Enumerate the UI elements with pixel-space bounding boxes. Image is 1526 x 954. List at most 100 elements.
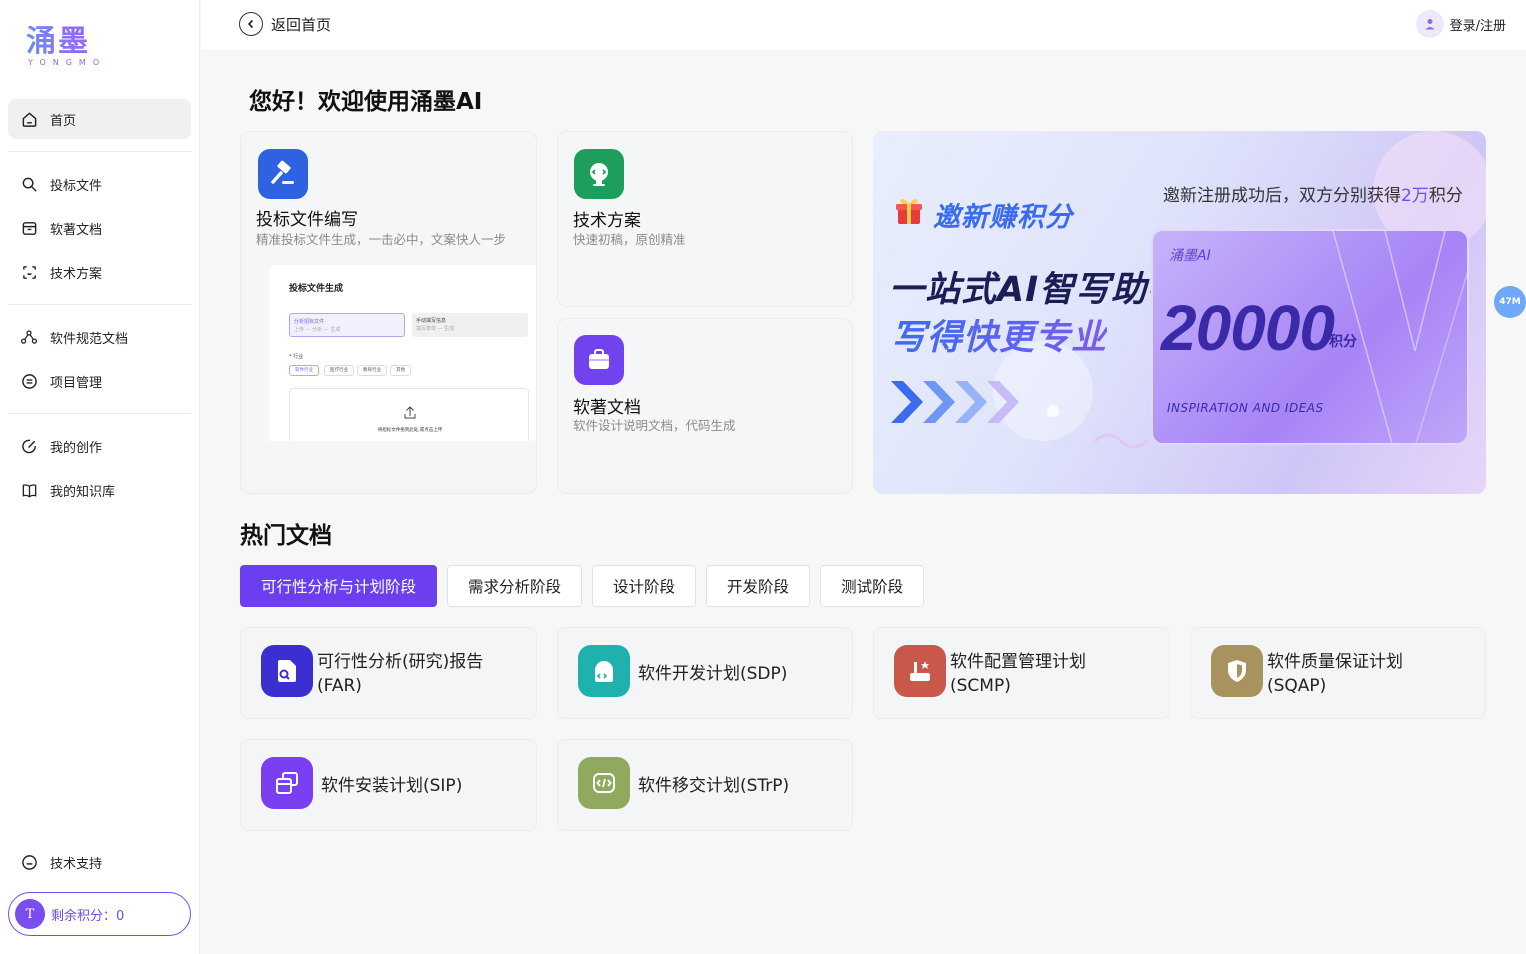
welcome-heading: 您好！欢迎使用涌墨AI: [249, 89, 483, 115]
ticket-points-unit: 积分: [1329, 334, 1357, 350]
stage-tabs: 可行性分析与计划阶段 需求分析阶段 设计阶段 开发阶段 测试阶段: [240, 565, 934, 607]
brand-name: 涌墨: [26, 26, 106, 58]
banner-subheadline: 写得快更专业: [891, 309, 1107, 360]
feature-title: 投标文件编写: [256, 210, 358, 230]
user-icon: [1415, 10, 1444, 38]
feature-subtitle: 精准投标文件生成，一击必中，文案快人一步: [256, 232, 507, 247]
feature-card-tech[interactable]: 技术方案 快速初稿，原创精准: [557, 131, 853, 307]
search-icon: [20, 175, 38, 193]
preview-upload-text: 将招标文件拖到此处,或点击上传: [377, 428, 443, 433]
monitor-code-icon: [574, 149, 624, 199]
ticket-points-number: 20000: [1161, 292, 1335, 364]
sidebar-bottom: 技术支持: [8, 842, 191, 882]
gift-icon: [893, 195, 925, 227]
tab-requirements[interactable]: 需求分析阶段: [447, 565, 583, 607]
divider: [8, 151, 191, 152]
sidebar-item-label: 我的知识库: [50, 484, 116, 500]
preview-chip: 软件行业: [289, 365, 319, 376]
ticket-slogan: INSPIRATION AND IDEAS: [1167, 401, 1324, 415]
edit-icon: [20, 437, 38, 455]
sidebar-item-label: 项目管理: [50, 375, 103, 391]
sidebar-item-knowledge[interactable]: 我的知识库: [8, 470, 191, 510]
sidebar-item-bid[interactable]: 投标文件: [8, 164, 191, 204]
preview-chip: 教育行业: [357, 365, 387, 376]
doc-card-name: 软件配置管理计划 (SCMP): [950, 650, 1086, 698]
banner-invite-title: 邀新赚积分: [933, 202, 1073, 233]
briefcase-icon: [574, 335, 624, 385]
credits-label: 剩余积分：0: [51, 908, 125, 924]
doc-name-line: 软件移交计划(STrP): [638, 776, 790, 796]
tab-feasibility[interactable]: 可行性分析与计划阶段: [240, 565, 438, 607]
scan-icon: [20, 263, 38, 281]
doc-name-line: 可行性分析(研究)报告: [317, 652, 484, 672]
brand-name-en: YONGMO: [28, 58, 107, 67]
banner-headline: 一站式AI智写助手: [889, 270, 1184, 310]
credits-balance[interactable]: T 剩余积分：0: [8, 892, 191, 936]
code-document-icon: [578, 645, 630, 697]
feature-subtitle: 快速初稿，原创精准: [573, 232, 686, 247]
preview-option-analyze: 分析招标文件 上传 — 分析 — 生成: [289, 313, 405, 337]
sidebar-item-home[interactable]: 首页: [8, 99, 191, 139]
banner-text-suffix: 积分: [1428, 186, 1463, 206]
doc-name-line: 软件开发计划(SDP): [638, 664, 788, 684]
preview-chip: 医疗行业: [324, 365, 354, 376]
doc-name-line: (SQAP): [1267, 676, 1327, 696]
sidebar-item-spec[interactable]: 软件规范文档: [8, 317, 191, 357]
feature-card-copyright[interactable]: 软著文档 软件设计说明文档，代码生成: [557, 318, 853, 494]
hot-docs-title: 热门文档: [240, 523, 332, 549]
tab-testing[interactable]: 测试阶段: [820, 565, 925, 607]
login-label: 登录/注册: [1449, 18, 1506, 34]
doc-card-name: 软件质量保证计划 (SQAP): [1267, 650, 1403, 698]
feature-card-bid[interactable]: 投标文件编写 精准投标文件生成，一击必中，文案快人一步 投标文件生成 分析招标文…: [240, 131, 537, 494]
preview-option-manual: 手动填写信息 填写表单 — 生成: [412, 313, 528, 337]
sidebar: 涌墨 YONGMO 首页 投标文件 软著文档 技术方案 软件规范文档 项目管理: [0, 0, 200, 954]
chevron-arrows-icon: [891, 381, 1019, 423]
preview-title: 投标文件生成: [289, 284, 344, 294]
preview-option-sub: 上传 — 分析 — 生成: [294, 327, 341, 333]
doc-name-line: (FAR): [317, 676, 362, 696]
home-icon: [20, 110, 38, 128]
doc-name-line: 软件安装计划(SIP): [321, 776, 463, 796]
doc-card-sip[interactable]: 软件安装计划(SIP): [240, 739, 537, 831]
sidebar-item-label: 技术方案: [50, 266, 103, 282]
install-icon: [261, 757, 313, 809]
handover-code-icon: [578, 757, 630, 809]
banner-text-prefix: 邀新注册成功后，双方分别获得: [1163, 186, 1401, 206]
sidebar-item-label: 首页: [50, 113, 77, 129]
back-home-button[interactable]: 返回首页: [239, 12, 331, 36]
points-ticket: 涌墨AI 20000 积分 INSPIRATION AND IDEAS: [1151, 229, 1469, 445]
memory-badge[interactable]: 47M: [1494, 286, 1526, 318]
shield-icon: [1211, 645, 1263, 697]
bid-preview-image: 投标文件生成 分析招标文件 上传 — 分析 — 生成 手动填写信息 填写表单 —…: [269, 265, 536, 441]
doc-card-sdp[interactable]: 软件开发计划(SDP): [557, 627, 853, 719]
doc-card-sqap[interactable]: 软件质量保证计划 (SQAP): [1190, 627, 1486, 719]
preview-option-label: 分析招标文件: [294, 319, 325, 325]
sidebar-item-support[interactable]: 技术支持: [8, 842, 191, 882]
tab-design[interactable]: 设计阶段: [592, 565, 697, 607]
doc-card-far[interactable]: 可行性分析(研究)报告 (FAR): [240, 627, 537, 719]
sidebar-item-project[interactable]: 项目管理: [8, 361, 191, 401]
doc-card-strp[interactable]: 软件移交计划(STrP): [557, 739, 853, 831]
doc-name-line: 软件配置管理计划: [950, 652, 1086, 672]
tab-development[interactable]: 开发阶段: [706, 565, 811, 607]
banner-invite-text: 邀新注册成功后，双方分别获得2万积分: [1163, 181, 1463, 206]
doc-card-scmp[interactable]: 软件配置管理计划 (SCMP): [873, 627, 1170, 719]
sidebar-item-tech[interactable]: 技术方案: [8, 252, 191, 292]
list-icon: [20, 372, 38, 390]
credits-icon: T: [15, 899, 45, 929]
sidebar-item-copyright[interactable]: 软著文档: [8, 208, 191, 248]
feature-subtitle: 软件设计说明文档，代码生成: [573, 418, 736, 433]
sidebar-item-label: 我的创作: [50, 440, 103, 456]
book-icon: [20, 481, 38, 499]
banner-text-highlight: 2万: [1401, 186, 1429, 206]
feature-title: 技术方案: [573, 211, 641, 231]
brand-logo[interactable]: 涌墨 YONGMO: [26, 26, 106, 70]
invite-banner[interactable]: 邀新赚积分 邀新注册成功后，双方分别获得2万积分 一站式AI智写助手 写得快更专…: [873, 131, 1486, 494]
config-icon: [894, 645, 946, 697]
sidebar-item-creations[interactable]: 我的创作: [8, 426, 191, 466]
doc-card-name: 软件安装计划(SIP): [321, 774, 462, 798]
login-button[interactable]: 登录/注册: [1415, 10, 1506, 38]
support-icon: [20, 853, 38, 871]
top-bar: 返回首页 登录/注册: [201, 0, 1526, 50]
ticket-brand: 涌墨AI: [1169, 248, 1211, 264]
